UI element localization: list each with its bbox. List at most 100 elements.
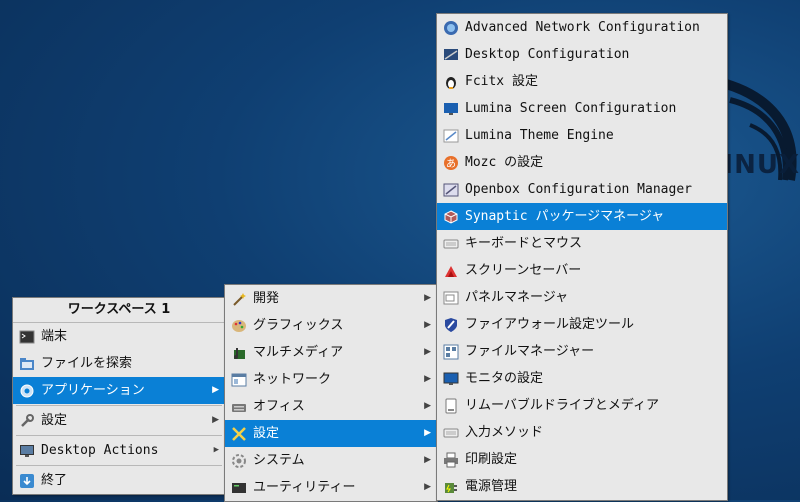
- menu-item-utilities[interactable]: ユーティリティー ▶: [225, 474, 437, 501]
- menu-item-file-explorer[interactable]: ファイルを探索: [13, 350, 225, 377]
- menu-item-label: Advanced Network Configuration: [465, 20, 700, 35]
- submenu-arrow-icon: ▶: [424, 374, 431, 384]
- submenu-arrow-icon: ▶: [424, 428, 431, 438]
- menu-item-file-manager[interactable]: ファイルマネージャー: [437, 338, 727, 365]
- menu-item-label: Desktop Actions: [41, 443, 159, 458]
- screen-icon: [444, 103, 458, 115]
- menu-item-label: 印刷設定: [465, 452, 518, 467]
- monitor-icon: [443, 372, 459, 385]
- removable-icon: [445, 398, 457, 414]
- power-icon: [445, 483, 457, 493]
- menu-item-label: Synaptic パッケージマネージャ: [465, 209, 665, 224]
- wrench-icon: [21, 414, 34, 427]
- menu-item-network[interactable]: ネットワーク ▶: [225, 366, 437, 393]
- menu-item-advanced-network[interactable]: Advanced Network Configuration: [437, 14, 727, 41]
- menu-item-label: 電源管理: [465, 479, 518, 494]
- menu-item-firewall[interactable]: ファイアウォール設定ツール: [437, 311, 727, 338]
- menu-item-settings-category[interactable]: 設定 ▶: [225, 420, 437, 447]
- submenu-arrow-icon: ▶: [424, 347, 431, 357]
- menu-item-label: ファイルマネージャー: [465, 344, 595, 359]
- menu-item-label: 入力メソッド: [465, 425, 544, 440]
- printer-icon: [444, 452, 458, 468]
- menu-item-label: Fcitx 設定: [465, 74, 538, 89]
- menu-item-screensaver[interactable]: スクリーンセーバー: [437, 257, 727, 284]
- submenu-arrow-icon: ▶: [424, 401, 431, 411]
- menu-item-label: 終了: [41, 473, 68, 488]
- menu-item-label: アプリケーション: [41, 383, 145, 398]
- menu-item-removable-drives[interactable]: リムーバブルドライブとメディア: [437, 392, 727, 419]
- menu-item-label: キーボードとマウス: [465, 236, 583, 251]
- folder-icon: [20, 358, 34, 370]
- menu-item-system[interactable]: システム ▶: [225, 447, 437, 474]
- menu-item-printer-settings[interactable]: 印刷設定: [437, 446, 727, 473]
- menu-item-power-management[interactable]: 電源管理: [437, 473, 727, 500]
- utility-icon: [232, 483, 246, 493]
- settings-submenu: Advanced Network Configuration Desktop C…: [436, 13, 728, 501]
- menu-item-label: Mozc の設定: [465, 155, 544, 170]
- menu-item-label: ユーティリティー: [253, 480, 356, 495]
- palette-icon: [232, 320, 246, 332]
- menu-item-applications[interactable]: アプリケーション ▶: [13, 377, 225, 404]
- menu-item-label: オフィス: [253, 399, 305, 414]
- shield-icon: [445, 318, 457, 332]
- file-manager-icon: [443, 344, 459, 360]
- svg-text:あ: あ: [446, 158, 456, 170]
- network-icon: [231, 373, 247, 387]
- menu-item-label: グラフィックス: [253, 318, 344, 333]
- menu-item-label: Desktop Configuration: [465, 47, 630, 62]
- menu-item-keyboard-mouse[interactable]: キーボードとマウス: [437, 230, 727, 257]
- menu-item-fcitx-settings[interactable]: Fcitx 設定: [437, 68, 727, 95]
- menu-item-label: Lumina Theme Engine: [465, 128, 614, 143]
- menu-item-label: ネットワーク: [253, 372, 332, 387]
- applications-submenu: 開発 ▶ グラフィックス ▶ マルチメディア ▶ ネットワーク ▶ オフィス ▶…: [224, 284, 438, 502]
- panel-icon: [443, 291, 459, 305]
- workspace-menu: ワークスペース 1 端末 ファイルを探索 アプリケーション ▶ 設定 ▶ Des…: [12, 297, 226, 495]
- menu-item-label: システム: [253, 453, 305, 468]
- menu-item-desktop-actions[interactable]: Desktop Actions ▶: [13, 437, 225, 464]
- submenu-arrow-icon: ▶: [424, 293, 431, 303]
- network-config-icon: [444, 21, 458, 35]
- menu-separator: [16, 435, 222, 436]
- submenu-arrow-icon: ▶: [212, 415, 219, 425]
- keyboard-icon: [443, 428, 459, 438]
- menu-item-label: Lumina Screen Configuration: [465, 101, 677, 116]
- terminal-icon: [19, 330, 35, 344]
- menu-item-label: ファイルを探索: [41, 356, 133, 371]
- menu-item-label: マルチメディア: [253, 345, 344, 360]
- menu-item-mozc-settings[interactable]: あ Mozc の設定: [437, 149, 727, 176]
- menu-item-openbox-config[interactable]: Openbox Configuration Manager: [437, 176, 727, 203]
- submenu-arrow-icon: ▶: [213, 445, 219, 455]
- menu-item-panel-manager[interactable]: パネルマネージャ: [437, 284, 727, 311]
- menu-item-label: リムーバブルドライブとメディア: [465, 398, 659, 413]
- wand-icon: [233, 293, 246, 306]
- menu-separator: [16, 405, 222, 406]
- menu-item-terminal[interactable]: 端末: [13, 323, 225, 350]
- submenu-arrow-icon: ▶: [424, 320, 431, 330]
- menu-separator: [16, 465, 222, 466]
- menu-item-lumina-screen[interactable]: Lumina Screen Configuration: [437, 95, 727, 122]
- openbox-icon: [443, 183, 459, 197]
- menu-item-label: ファイアウォール設定ツール: [465, 317, 635, 332]
- menu-item-desktop-configuration[interactable]: Desktop Configuration: [437, 41, 727, 68]
- menu-item-label: 開発: [253, 291, 280, 306]
- menu-item-label: パネルマネージャ: [465, 290, 569, 305]
- menu-item-input-method[interactable]: 入力メソッド: [437, 419, 727, 446]
- gear-icon: [20, 384, 34, 398]
- screensaver-icon: [445, 266, 457, 277]
- menu-item-synaptic[interactable]: Synaptic パッケージマネージャ: [437, 203, 727, 230]
- menu-item-lumina-theme[interactable]: Lumina Theme Engine: [437, 122, 727, 149]
- menu-item-exit[interactable]: 終了: [13, 467, 225, 494]
- menu-item-office[interactable]: オフィス ▶: [225, 393, 437, 420]
- menu-item-development[interactable]: 開発 ▶: [225, 285, 437, 312]
- desktop-config-icon: [444, 49, 458, 60]
- tools-icon: [232, 427, 246, 441]
- submenu-arrow-icon: ▶: [212, 385, 219, 395]
- menu-item-monitor-settings[interactable]: モニタの設定: [437, 365, 727, 392]
- exit-icon: [20, 474, 34, 488]
- menu-item-multimedia[interactable]: マルチメディア ▶: [225, 339, 437, 366]
- submenu-arrow-icon: ▶: [424, 455, 431, 465]
- mozc-icon: あ: [444, 156, 458, 170]
- menu-item-graphics[interactable]: グラフィックス ▶: [225, 312, 437, 339]
- menu-item-label: スクリーンセーバー: [465, 263, 582, 278]
- menu-item-settings[interactable]: 設定 ▶: [13, 407, 225, 434]
